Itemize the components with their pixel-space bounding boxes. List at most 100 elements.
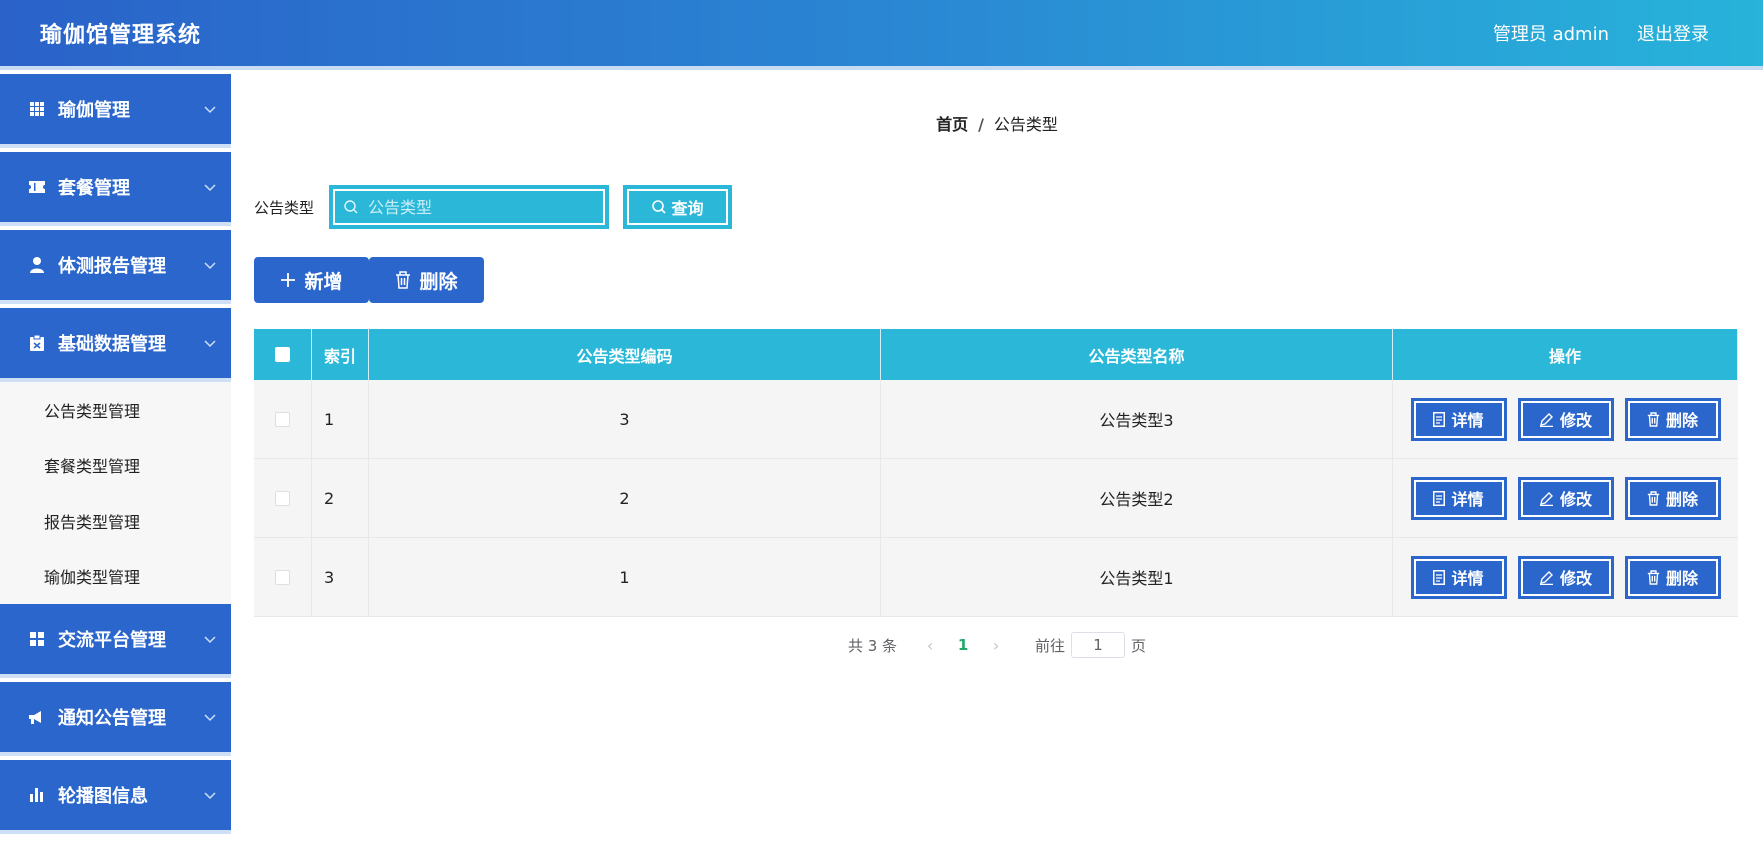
top-header: 瑜伽馆管理系统 管理员 admin 退出登录 bbox=[0, 0, 1763, 70]
edit-label: 修改 bbox=[1559, 569, 1592, 588]
row-index: 1 bbox=[312, 380, 369, 458]
row-checkbox[interactable] bbox=[275, 411, 290, 427]
clipboard-icon bbox=[28, 334, 46, 352]
plus-icon bbox=[281, 273, 296, 287]
query-button[interactable]: 查询 bbox=[624, 186, 732, 228]
document-icon bbox=[1433, 411, 1446, 427]
detail-label: 详情 bbox=[1451, 569, 1484, 588]
edit-button[interactable]: 修改 bbox=[1518, 477, 1613, 519]
breadcrumb-home[interactable]: 首页 bbox=[936, 115, 968, 134]
query-button-label: 查询 bbox=[671, 199, 704, 218]
row-checkbox[interactable] bbox=[275, 569, 290, 585]
sidebar: 瑜伽管理 套餐管理 体测报告管理 基础数据管理 公告类型管理 套餐类型管理 报告… bbox=[0, 74, 231, 844]
chevron-down-icon bbox=[204, 184, 216, 192]
sidebar-group-label: 体测报告管理 bbox=[58, 256, 166, 277]
delete-label: 删除 bbox=[1665, 569, 1698, 588]
table-row: 1 3 公告类型3 详情 修改 删除 bbox=[254, 380, 1738, 459]
detail-button[interactable]: 详情 bbox=[1411, 556, 1506, 598]
main-content: 首页 / 公告类型 公告类型 查询 新增 删除 索引 公告类型编码 公告类型名称 操… bbox=[231, 74, 1763, 844]
edit-icon bbox=[1539, 412, 1553, 427]
sidebar-group-yoga[interactable]: 瑜伽管理 bbox=[0, 74, 231, 148]
sidebar-group-carousel[interactable]: 轮播图信息 bbox=[0, 760, 231, 834]
grid-icon bbox=[28, 100, 46, 118]
edit-icon bbox=[1539, 570, 1553, 585]
megaphone-icon bbox=[28, 708, 46, 726]
delete-button[interactable]: 删除 bbox=[1625, 398, 1720, 440]
breadcrumb: 首页 / 公告类型 bbox=[231, 111, 1763, 135]
header-code[interactable]: 公告类型编码 bbox=[369, 329, 881, 380]
detail-button[interactable]: 详情 bbox=[1411, 398, 1506, 440]
sidebar-group-package[interactable]: 套餐管理 bbox=[0, 152, 231, 226]
action-toolbar: 新增 删除 bbox=[254, 257, 484, 303]
prev-page-icon[interactable]: ‹ bbox=[915, 636, 945, 655]
goto-label: 前往 bbox=[1035, 636, 1066, 655]
row-check-cell bbox=[254, 380, 312, 458]
add-button[interactable]: 新增 bbox=[254, 257, 369, 303]
sidebar-item-notice-type[interactable]: 公告类型管理 bbox=[0, 382, 231, 438]
table-header: 索引 公告类型编码 公告类型名称 操作 bbox=[254, 329, 1738, 380]
sidebar-group-basedata[interactable]: 基础数据管理 bbox=[0, 308, 231, 382]
delete-button[interactable]: 删除 bbox=[1625, 556, 1720, 598]
edit-button[interactable]: 修改 bbox=[1518, 398, 1613, 440]
detail-button[interactable]: 详情 bbox=[1411, 477, 1506, 519]
table-row: 2 2 公告类型2 详情 修改 删除 bbox=[254, 459, 1738, 538]
sidebar-group-label: 基础数据管理 bbox=[58, 334, 166, 355]
edit-icon bbox=[1539, 491, 1553, 506]
sidebar-group-forum[interactable]: 交流平台管理 bbox=[0, 604, 231, 678]
sidebar-group-notice[interactable]: 通知公告管理 bbox=[0, 682, 231, 756]
row-checkbox[interactable] bbox=[275, 490, 290, 506]
trash-icon bbox=[1647, 411, 1660, 427]
sidebar-group-label: 轮播图信息 bbox=[58, 786, 148, 807]
row-name: 公告类型2 bbox=[881, 459, 1393, 537]
page-number[interactable]: 1 bbox=[945, 636, 981, 654]
trash-icon bbox=[396, 271, 411, 289]
logout-button[interactable]: 退出登录 bbox=[1637, 20, 1709, 46]
document-icon bbox=[1433, 569, 1446, 585]
next-page-icon[interactable]: › bbox=[981, 636, 1011, 655]
chevron-down-icon bbox=[204, 340, 216, 348]
header-actions: 管理员 admin 退出登录 bbox=[1493, 20, 1709, 46]
sidebar-group-label: 瑜伽管理 bbox=[58, 100, 130, 121]
sidebar-group-label: 交流平台管理 bbox=[58, 630, 166, 651]
row-actions: 详情 修改 删除 bbox=[1393, 538, 1738, 616]
sidebar-item-report-type[interactable]: 报告类型管理 bbox=[0, 493, 231, 549]
row-index: 2 bbox=[312, 459, 369, 537]
select-all-checkbox[interactable] bbox=[275, 347, 290, 362]
search-bar: 公告类型 查询 bbox=[254, 186, 732, 228]
bar-chart-icon bbox=[28, 786, 46, 804]
delete-button[interactable]: 删除 bbox=[1625, 477, 1720, 519]
breadcrumb-current: 公告类型 bbox=[993, 115, 1058, 134]
user-label[interactable]: 管理员 admin bbox=[1493, 20, 1609, 46]
search-field[interactable] bbox=[330, 186, 609, 228]
row-check-cell bbox=[254, 538, 312, 616]
add-button-label: 新增 bbox=[304, 270, 343, 293]
page-jump-input[interactable] bbox=[1071, 632, 1126, 658]
basedata-submenu: 公告类型管理 套餐类型管理 报告类型管理 瑜伽类型管理 bbox=[0, 382, 231, 604]
sidebar-item-package-type[interactable]: 套餐类型管理 bbox=[0, 438, 231, 494]
chevron-down-icon bbox=[204, 106, 216, 114]
search-input[interactable] bbox=[368, 197, 589, 217]
trash-icon bbox=[1647, 490, 1660, 506]
search-icon bbox=[344, 200, 358, 214]
row-code: 3 bbox=[369, 380, 881, 458]
table-row: 3 1 公告类型1 详情 修改 删除 bbox=[254, 538, 1738, 617]
detail-label: 详情 bbox=[1451, 490, 1484, 509]
row-index: 3 bbox=[312, 538, 369, 616]
edit-button[interactable]: 修改 bbox=[1518, 556, 1613, 598]
sidebar-group-label: 通知公告管理 bbox=[58, 708, 166, 729]
row-name: 公告类型1 bbox=[881, 538, 1393, 616]
chevron-down-icon bbox=[204, 262, 216, 270]
header-name[interactable]: 公告类型名称 bbox=[881, 329, 1393, 380]
document-icon bbox=[1433, 490, 1446, 506]
row-name: 公告类型3 bbox=[881, 380, 1393, 458]
chevron-down-icon bbox=[204, 792, 216, 800]
row-actions: 详情 修改 删除 bbox=[1393, 459, 1738, 537]
select-all-cell bbox=[254, 329, 312, 380]
search-label: 公告类型 bbox=[254, 198, 315, 217]
row-actions: 详情 修改 删除 bbox=[1393, 380, 1738, 458]
batch-delete-button[interactable]: 删除 bbox=[369, 257, 484, 303]
row-check-cell bbox=[254, 459, 312, 537]
sidebar-group-report[interactable]: 体测报告管理 bbox=[0, 230, 231, 304]
apps-icon bbox=[28, 630, 46, 648]
sidebar-item-yoga-type[interactable]: 瑜伽类型管理 bbox=[0, 549, 231, 605]
